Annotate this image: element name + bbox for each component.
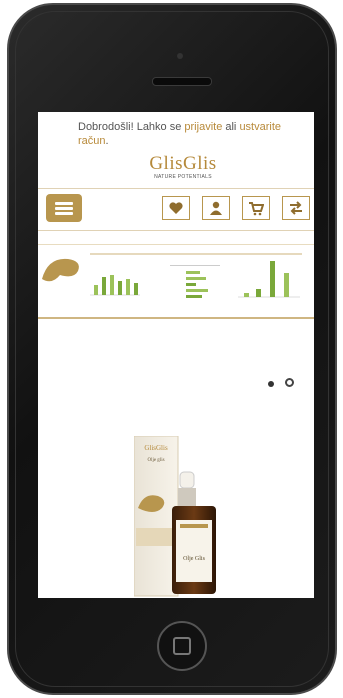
nav-divider [38, 230, 314, 231]
site-logo[interactable]: GlisGlis NATURE POTENTIALS [138, 153, 228, 181]
welcome-text: Dobrodošli! Lahko se [78, 121, 185, 133]
banner-chart-1 [90, 275, 140, 296]
logo-tagline: NATURE POTENTIALS [154, 174, 212, 180]
product-box-label: Olje glis [147, 458, 165, 463]
menu-button[interactable] [46, 194, 82, 222]
header-divider [38, 188, 314, 189]
dormouse-silhouette-icon [42, 258, 79, 282]
user-icon [210, 201, 222, 215]
logo-name: GlisGlis [149, 153, 217, 174]
banner-infographic [42, 253, 302, 298]
heart-icon [169, 202, 183, 214]
product-image[interactable]: GlisGlis Olje glis Olje Glis [133, 435, 234, 598]
banner-chart-2 [170, 265, 220, 298]
banner-chart-3 [238, 261, 300, 298]
cart-button[interactable] [242, 196, 270, 220]
product-box-brand: GlisGlis [144, 444, 168, 452]
phone-screen: Dobrodošli! Lahko se prijavite ali ustva… [38, 112, 314, 598]
menu-line [55, 207, 73, 210]
wishlist-button[interactable] [162, 196, 190, 220]
login-link[interactable]: prijavite [184, 121, 222, 133]
welcome-text-end: . [105, 135, 109, 147]
menu-line [55, 202, 73, 205]
front-camera [177, 53, 183, 59]
account-button[interactable] [202, 196, 230, 220]
compare-button[interactable] [282, 196, 310, 220]
promo-banner[interactable] [38, 244, 314, 319]
product-bottle-label: Olje Glis [183, 556, 205, 562]
cart-icon [249, 202, 264, 216]
welcome-message: Dobrodošli! Lahko se prijavite ali ustva… [78, 120, 298, 148]
home-button[interactable] [157, 621, 207, 671]
menu-line [55, 212, 73, 215]
home-icon [173, 637, 191, 655]
welcome-text-mid: ali [222, 121, 240, 133]
earpiece-speaker [152, 77, 212, 86]
banner-title-line [90, 253, 302, 255]
compare-icon [290, 201, 302, 215]
slider-dot[interactable] [268, 381, 274, 387]
slider-dot-active[interactable] [285, 378, 294, 387]
